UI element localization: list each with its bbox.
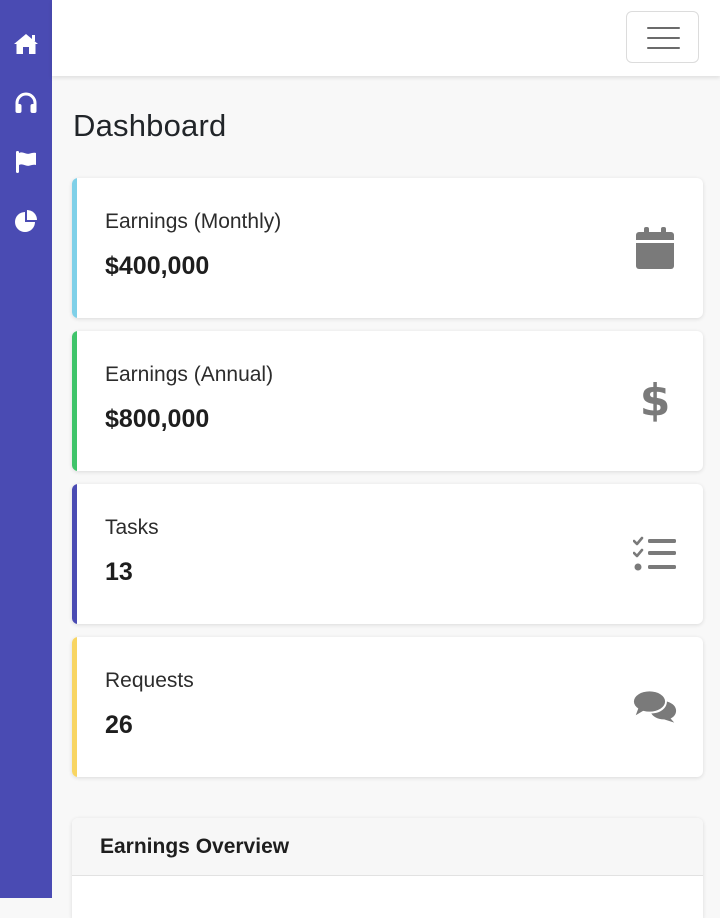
- calendar-icon: [633, 226, 677, 270]
- card-tasks: Tasks 13: [72, 484, 703, 624]
- card-value: $400,000: [105, 252, 210, 280]
- card-earnings-monthly: Earnings (Monthly) $400,000: [72, 178, 703, 318]
- card-value: 26: [105, 711, 133, 739]
- card-label: Earnings (Monthly): [105, 210, 282, 233]
- flag-icon[interactable]: [13, 149, 39, 175]
- dollar-icon: $: [639, 375, 671, 426]
- sidebar: [0, 0, 52, 898]
- card-label: Requests: [105, 669, 194, 692]
- topbar: [52, 0, 720, 76]
- card-label: Tasks: [105, 516, 159, 539]
- navbar-toggle-button[interactable]: [626, 11, 699, 63]
- headphones-icon[interactable]: [13, 90, 39, 116]
- earnings-overview-card: Earnings Overview: [72, 818, 703, 918]
- card-accent: [72, 484, 77, 624]
- card-value: 13: [105, 558, 133, 586]
- card-accent: [72, 178, 77, 318]
- home-icon[interactable]: [13, 31, 39, 57]
- card-accent: [72, 637, 77, 777]
- page-title: Dashboard: [73, 108, 227, 143]
- card-requests: Requests 26: [72, 637, 703, 777]
- card-accent: [72, 331, 77, 471]
- card-label: Earnings (Annual): [105, 363, 274, 386]
- comments-icon: [633, 685, 677, 729]
- card-value: $800,000: [105, 405, 210, 433]
- card-title: Earnings Overview: [100, 835, 290, 858]
- card-earnings-annual: Earnings (Annual) $800,000 $: [72, 331, 703, 471]
- card-header: Earnings Overview: [72, 818, 703, 876]
- pie-chart-icon[interactable]: [13, 208, 39, 234]
- tasks-list-icon: [633, 532, 677, 576]
